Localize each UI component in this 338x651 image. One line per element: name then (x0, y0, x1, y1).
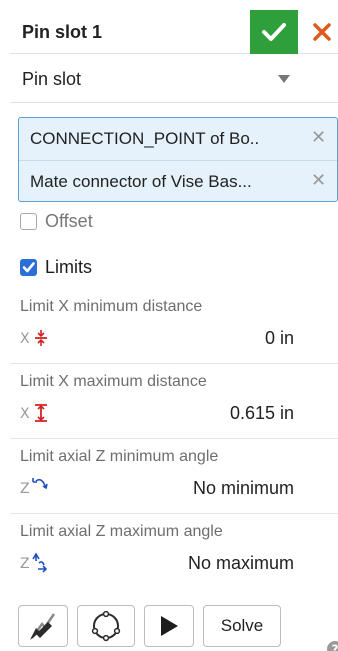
limit-z-min-field: Limit axial Z minimum angle Z No minimum (10, 440, 338, 514)
limit-value-input[interactable]: No maximum (188, 553, 294, 574)
offset-label: Offset (45, 211, 93, 231)
mate-dialog: Pin slot 1 Pin slot CONNECTION_POINT of … (10, 10, 338, 651)
svg-text:X: X (20, 406, 30, 422)
play-button[interactable] (144, 605, 194, 647)
remove-selection-icon[interactable]: ✕ (311, 170, 326, 191)
rotate-icon (91, 610, 121, 642)
flip-direction-icon (30, 613, 56, 640)
limits-label: Limits (45, 257, 93, 277)
selection-label: CONNECTION_POINT of Bo.. (30, 129, 260, 148)
limit-value-input[interactable]: 0 in (265, 328, 294, 349)
mate-type-value: Pin slot (22, 69, 82, 89)
help-icon[interactable]: ? (326, 640, 338, 651)
svg-text:Z: Z (20, 481, 30, 497)
offset-checkbox-box[interactable] (20, 213, 37, 230)
limit-x-max-field: Limit X maximum distance X 0.615 in (10, 365, 338, 439)
limit-z-max-field: Limit axial Z maximum angle Z No maximum (10, 515, 338, 589)
list-item[interactable]: CONNECTION_POINT of Bo.. ✕ (19, 118, 337, 158)
z-max-angle-icon: Z (20, 552, 48, 573)
accept-button[interactable] (250, 10, 298, 54)
dialog-title: Pin slot 1 (22, 22, 103, 42)
field-label: Limit X maximum distance (20, 373, 207, 390)
selection-label: Mate connector of Vise Bas... (30, 172, 252, 191)
mate-type-dropdown[interactable]: Pin slot (10, 55, 338, 103)
x-min-distance-icon: X (20, 330, 47, 347)
field-label: Limit X minimum distance (20, 298, 203, 315)
mate-connectors-list[interactable]: CONNECTION_POINT of Bo.. ✕ Mate connecto… (18, 117, 338, 202)
checkmark-icon (22, 262, 35, 273)
limit-value-input[interactable]: No minimum (193, 478, 294, 499)
svg-text:X: X (20, 331, 30, 347)
dialog-header: Pin slot 1 (10, 10, 338, 54)
limit-value-input[interactable]: 0.615 in (230, 403, 294, 424)
remove-selection-icon[interactable]: ✕ (311, 127, 326, 148)
rotate-button[interactable] (77, 605, 135, 647)
checkmark-icon (262, 23, 286, 41)
limit-x-min-field: Limit X minimum distance X 0 in (10, 290, 338, 364)
list-item[interactable]: Mate connector of Vise Bas... ✕ (19, 160, 337, 200)
x-max-distance-icon: X (20, 404, 47, 422)
z-min-angle-icon: Z (20, 478, 48, 497)
svg-text:?: ? (332, 643, 338, 651)
field-label: Limit axial Z minimum angle (20, 448, 219, 465)
animate-direction-button[interactable] (18, 605, 68, 647)
close-icon (313, 23, 331, 41)
field-label: Limit axial Z maximum angle (20, 523, 223, 540)
svg-text:Z: Z (20, 556, 30, 572)
cancel-button[interactable] (306, 10, 338, 54)
mate-toolbar: Solve (18, 605, 318, 649)
solve-button[interactable]: Solve (203, 605, 281, 647)
offset-checkbox[interactable]: Offset (20, 210, 140, 234)
limits-checkbox[interactable]: Limits (20, 256, 140, 280)
limits-checkbox-box[interactable] (20, 259, 37, 276)
play-icon (161, 616, 178, 636)
chevron-down-icon (278, 75, 290, 83)
